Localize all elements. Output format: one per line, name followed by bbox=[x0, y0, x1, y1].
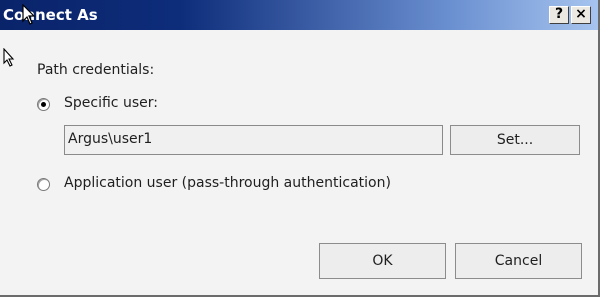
title-bar: Connect As ? × bbox=[0, 0, 598, 30]
cancel-button[interactable]: Cancel bbox=[455, 243, 582, 279]
close-button[interactable]: × bbox=[571, 6, 591, 24]
set-button[interactable]: Set... bbox=[450, 125, 580, 155]
help-button[interactable]: ? bbox=[549, 6, 569, 24]
application-user-label[interactable]: Application user (pass-through authentic… bbox=[64, 175, 391, 191]
mouse-cursor-icon bbox=[3, 48, 15, 67]
ok-button[interactable]: OK bbox=[319, 243, 446, 279]
radio-selected-dot bbox=[41, 102, 46, 107]
specific-user-field: Argus\user1 bbox=[64, 125, 443, 155]
path-credentials-label: Path credentials: bbox=[37, 62, 155, 78]
application-user-radio[interactable] bbox=[37, 178, 50, 191]
mouse-cursor-icon bbox=[22, 4, 36, 25]
specific-user-radio[interactable] bbox=[37, 98, 50, 111]
dialog-title: Connect As bbox=[3, 6, 98, 24]
specific-user-label[interactable]: Specific user: bbox=[64, 95, 158, 111]
connect-as-dialog: Connect As ? × Path credentials: Specifi… bbox=[0, 0, 600, 297]
